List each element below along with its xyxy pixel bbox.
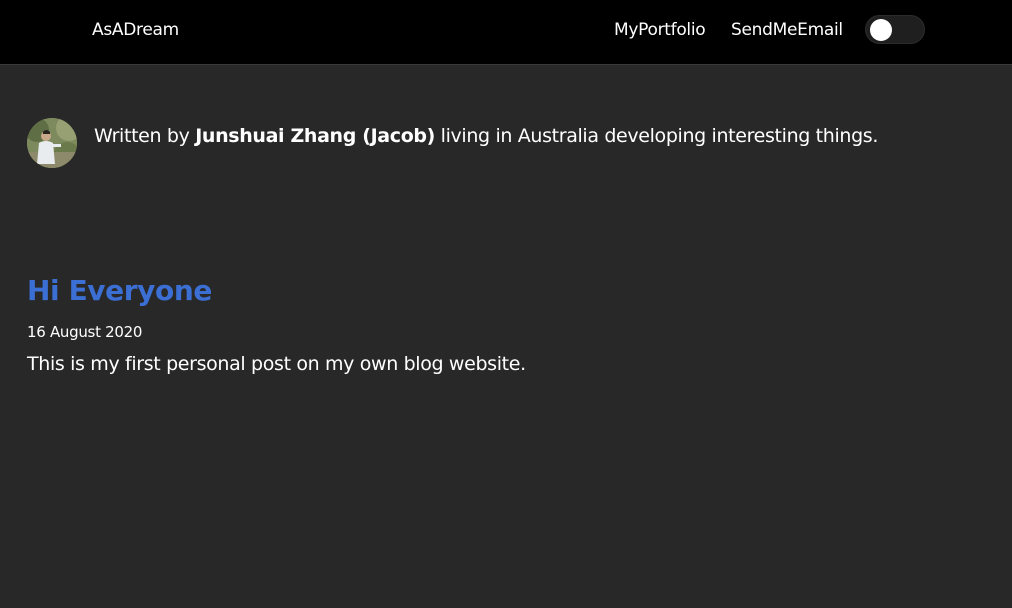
avatar-photo-icon (27, 118, 77, 168)
bio-text: Written by Junshuai Zhang (Jacob) living… (94, 123, 878, 149)
post-title-link[interactable]: Hi Everyone (27, 272, 212, 310)
author-bio: Written by Junshuai Zhang (Jacob) living… (27, 118, 987, 168)
top-navbar: AsADream MyPortfolio SendMeEmail (0, 0, 1012, 65)
post-date: 16 August 2020 (27, 323, 143, 341)
nav-link-send-email[interactable]: SendMeEmail (731, 19, 843, 41)
toggle-knob (870, 19, 892, 41)
site-brand-link[interactable]: AsADream (92, 19, 179, 41)
nav-link-portfolio[interactable]: MyPortfolio (614, 19, 706, 41)
dark-mode-toggle[interactable] (865, 15, 925, 44)
bio-suffix: living in Australia developing interesti… (434, 125, 879, 147)
author-name: Junshuai Zhang (Jacob) (195, 125, 435, 147)
post-card: Hi Everyone 16 August 2020 This is my fi… (27, 272, 987, 377)
author-avatar (27, 118, 77, 168)
post-excerpt: This is my first personal post on my own… (27, 353, 526, 375)
bio-prefix: Written by (94, 125, 196, 147)
